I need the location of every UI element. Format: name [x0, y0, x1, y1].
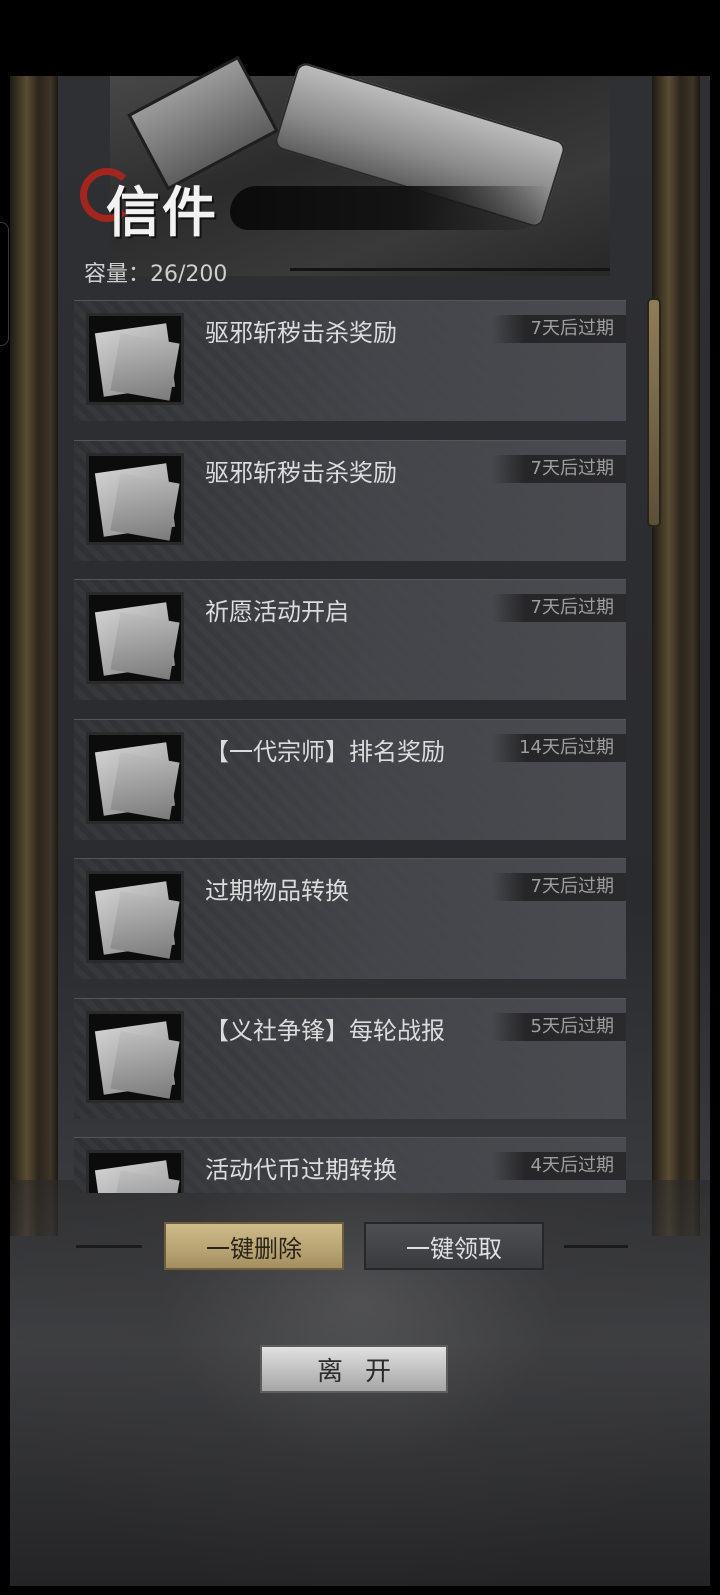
mail-item[interactable]: 祈愿活动开启 7天后过期 [74, 579, 626, 700]
mail-title: 【一代宗师】排名奖励 [205, 738, 445, 766]
letter-icon [86, 1011, 184, 1103]
mail-expiry-badge: 7天后过期 [492, 455, 626, 483]
side-edge-tab [0, 222, 9, 346]
left-divider [76, 1245, 142, 1248]
mail-item[interactable]: 驱邪斩秽击杀奖励 7天后过期 [74, 300, 626, 421]
mail-title: 祈愿活动开启 [205, 598, 349, 626]
mail-title: 过期物品转换 [205, 877, 349, 905]
letter-icon [86, 592, 184, 684]
header-divider [290, 268, 610, 271]
letter-icon [86, 313, 184, 405]
mail-item[interactable]: 【义社争锋】每轮战报 5天后过期 [74, 998, 626, 1119]
mail-item[interactable]: 过期物品转换 7天后过期 [74, 858, 626, 979]
letter-icon [86, 732, 184, 824]
ink-brush-stroke [230, 186, 550, 230]
mail-expiry-badge: 7天后过期 [492, 315, 626, 343]
mail-expiry-badge: 4天后过期 [492, 1152, 626, 1180]
mail-list-scrollbar[interactable] [647, 298, 661, 527]
right-divider [564, 1245, 628, 1248]
mail-title: 活动代币过期转换 [205, 1156, 397, 1184]
mail-item[interactable]: 【一代宗师】排名奖励 14天后过期 [74, 719, 626, 840]
mail-list[interactable]: 驱邪斩秽击杀奖励 7天后过期 驱邪斩秽击杀奖励 7天后过期 祈愿活动开启 7天后… [74, 300, 626, 1193]
delete-all-button[interactable]: 一键删除 [164, 1222, 344, 1270]
letter-icon [86, 1150, 184, 1193]
letter-icon [86, 453, 184, 545]
right-wooden-pillar [652, 76, 700, 1236]
mail-title: 驱邪斩秽击杀奖励 [205, 459, 397, 487]
mail-expiry-badge: 7天后过期 [492, 594, 626, 622]
leave-button[interactable]: 离开 [260, 1345, 448, 1393]
mail-item[interactable]: 驱邪斩秽击杀奖励 7天后过期 [74, 440, 626, 561]
page-title: 信件 [106, 180, 218, 244]
left-wooden-pillar [10, 76, 58, 1236]
mail-expiry-badge: 7天后过期 [492, 873, 626, 901]
mail-title: 【义社争锋】每轮战报 [205, 1017, 445, 1045]
letter-icon [86, 871, 184, 963]
mail-title: 驱邪斩秽击杀奖励 [205, 319, 397, 347]
mailbox-capacity: 容量：26/200 [84, 262, 228, 287]
mail-expiry-badge: 14天后过期 [492, 734, 626, 762]
claim-all-button[interactable]: 一键领取 [364, 1222, 544, 1270]
mail-expiry-badge: 5天后过期 [492, 1013, 626, 1041]
mail-item[interactable]: 活动代币过期转换 4天后过期 [74, 1137, 626, 1193]
